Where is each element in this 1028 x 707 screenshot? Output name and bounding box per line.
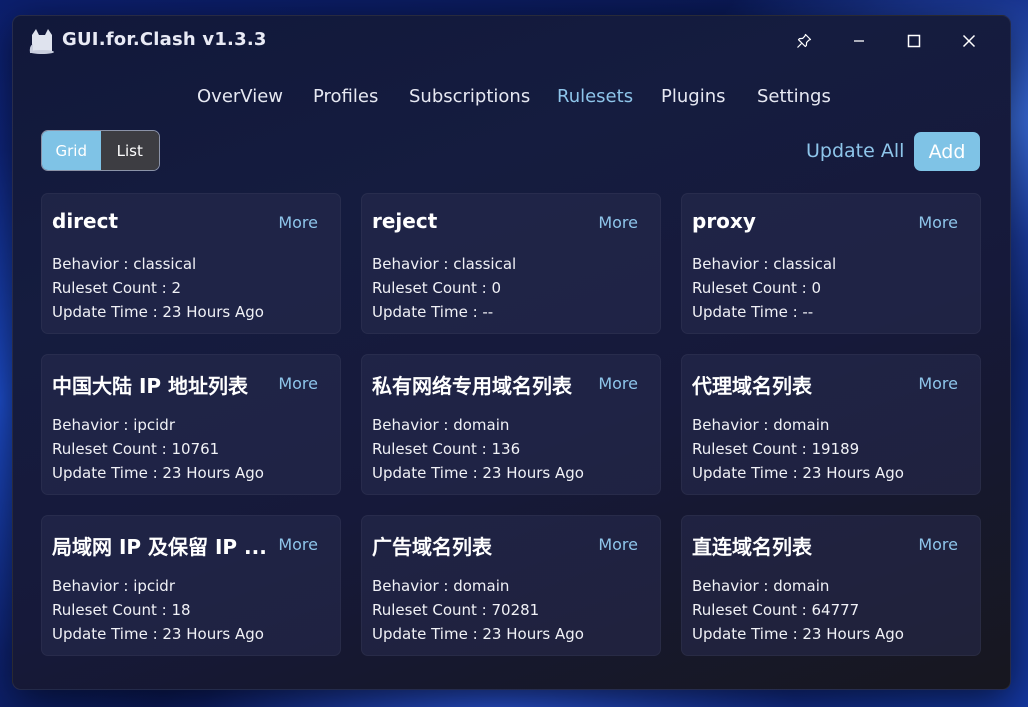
card-count: Ruleset Count : 136 (372, 440, 521, 458)
card-count: Ruleset Count : 64777 (692, 601, 860, 619)
more-button[interactable]: More (918, 535, 958, 554)
card-title: direct (52, 209, 119, 233)
tab-overview[interactable]: OverView (197, 86, 283, 107)
minimize-button[interactable] (846, 28, 872, 54)
tab-subscriptions[interactable]: Subscriptions (409, 86, 530, 107)
cat-logo-icon (29, 29, 54, 54)
card-count: Ruleset Count : 0 (372, 279, 502, 297)
grid-view-button[interactable]: Grid (42, 131, 101, 170)
card-behavior: Behavior : classical (692, 255, 837, 273)
more-button[interactable]: More (918, 374, 958, 393)
card-update-time: Update Time : 23 Hours Ago (52, 625, 264, 643)
ruleset-card: direct More Behavior : classical Ruleset… (41, 193, 341, 334)
card-behavior: Behavior : classical (372, 255, 517, 273)
card-title: 局域网 IP 及保留 IP ... (52, 535, 267, 559)
card-update-time: Update Time : 23 Hours Ago (692, 464, 904, 482)
ruleset-card: 中国大陆 IP 地址列表 More Behavior : ipcidr Rule… (41, 354, 341, 495)
more-button[interactable]: More (598, 535, 638, 554)
card-count: Ruleset Count : 10761 (52, 440, 220, 458)
add-button[interactable]: Add (914, 132, 980, 171)
card-title: 私有网络专用域名列表 (372, 374, 572, 398)
card-update-time: Update Time : 23 Hours Ago (52, 303, 264, 321)
card-behavior: Behavior : domain (692, 577, 830, 595)
card-count: Ruleset Count : 19189 (692, 440, 860, 458)
card-title: 直连域名列表 (692, 535, 812, 559)
card-update-time: Update Time : -- (372, 303, 494, 321)
close-icon (962, 34, 976, 48)
card-title: reject (372, 209, 438, 233)
ruleset-card: proxy More Behavior : classical Ruleset … (681, 193, 981, 334)
more-button[interactable]: More (278, 374, 318, 393)
tab-settings[interactable]: Settings (757, 86, 831, 107)
card-behavior: Behavior : ipcidr (52, 416, 175, 434)
maximize-icon (907, 34, 921, 48)
card-count: Ruleset Count : 18 (52, 601, 191, 619)
card-title: 广告域名列表 (372, 535, 492, 559)
card-behavior: Behavior : classical (52, 255, 197, 273)
card-count: Ruleset Count : 2 (52, 279, 182, 297)
view-toggle: Grid List (41, 130, 160, 171)
pin-icon (797, 33, 812, 48)
card-count: Ruleset Count : 70281 (372, 601, 540, 619)
close-button[interactable] (956, 28, 982, 54)
card-behavior: Behavior : domain (372, 577, 510, 595)
app-title: GUI.for.Clash v1.3.3 (62, 29, 267, 50)
card-title: proxy (692, 209, 756, 233)
tab-plugins[interactable]: Plugins (661, 86, 725, 107)
card-update-time: Update Time : 23 Hours Ago (52, 464, 264, 482)
ruleset-card: 局域网 IP 及保留 IP ... More Behavior : ipcidr… (41, 515, 341, 656)
tab-profiles[interactable]: Profiles (313, 86, 378, 107)
ruleset-card: 广告域名列表 More Behavior : domain Ruleset Co… (361, 515, 661, 656)
card-behavior: Behavior : domain (372, 416, 510, 434)
more-button[interactable]: More (278, 213, 318, 232)
ruleset-card: 代理域名列表 More Behavior : domain Ruleset Co… (681, 354, 981, 495)
main-nav: OverView Profiles Subscriptions Rulesets… (13, 86, 1010, 112)
card-update-time: Update Time : 23 Hours Ago (372, 464, 584, 482)
card-update-time: Update Time : -- (692, 303, 814, 321)
card-title: 代理域名列表 (692, 374, 812, 398)
titlebar[interactable]: GUI.for.Clash v1.3.3 (13, 16, 1010, 66)
card-title: 中国大陆 IP 地址列表 (52, 374, 249, 398)
ruleset-card: 直连域名列表 More Behavior : domain Ruleset Co… (681, 515, 981, 656)
card-update-time: Update Time : 23 Hours Ago (692, 625, 904, 643)
card-behavior: Behavior : ipcidr (52, 577, 175, 595)
app-window: GUI.for.Clash v1.3.3 OverView Profiles S… (12, 15, 1011, 690)
more-button[interactable]: More (598, 213, 638, 232)
update-all-button[interactable]: Update All (806, 140, 904, 162)
more-button[interactable]: More (918, 213, 958, 232)
more-button[interactable]: More (278, 535, 318, 554)
ruleset-card: 私有网络专用域名列表 More Behavior : domain Rulese… (361, 354, 661, 495)
minimize-icon (854, 40, 864, 42)
tab-rulesets[interactable]: Rulesets (557, 86, 633, 107)
list-view-button[interactable]: List (100, 131, 159, 170)
pin-button[interactable] (791, 28, 817, 54)
card-count: Ruleset Count : 0 (692, 279, 822, 297)
card-behavior: Behavior : domain (692, 416, 830, 434)
more-button[interactable]: More (598, 374, 638, 393)
ruleset-card: reject More Behavior : classical Ruleset… (361, 193, 661, 334)
card-update-time: Update Time : 23 Hours Ago (372, 625, 584, 643)
maximize-button[interactable] (901, 28, 927, 54)
